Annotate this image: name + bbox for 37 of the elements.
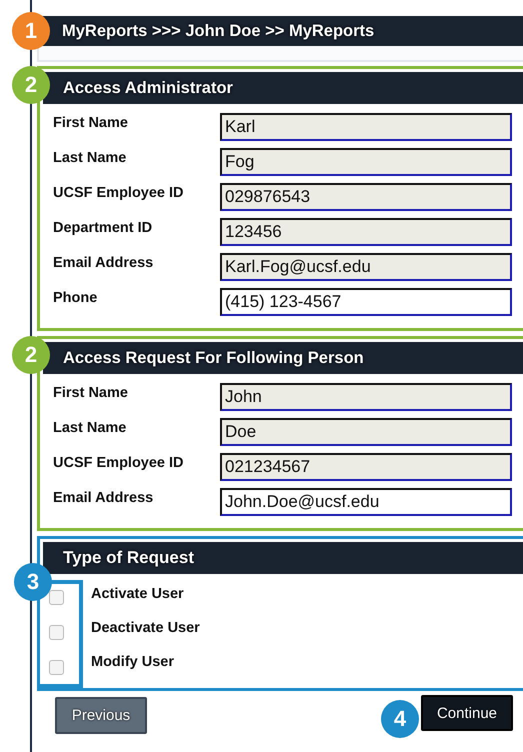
text-field[interactable]: Karl.Fog@ucsf.edu <box>220 253 512 281</box>
step-marker: 3 <box>14 563 52 601</box>
field-label: UCSF Employee ID <box>53 454 185 471</box>
text-field[interactable]: John <box>220 383 512 411</box>
previous-button[interactable]: Previous <box>55 697 147 734</box>
field-label: Department ID <box>53 219 154 236</box>
checkbox[interactable] <box>49 660 64 675</box>
text-field[interactable]: John.Doe@ucsf.edu <box>220 488 512 516</box>
checkbox[interactable] <box>49 625 64 640</box>
field-label: First Name <box>53 114 129 131</box>
option-label: Modify User <box>91 654 175 672</box>
text-field[interactable]: 029876543 <box>220 183 512 211</box>
step-marker: 2 <box>12 66 50 104</box>
text-field[interactable]: Doe <box>220 418 512 446</box>
step-marker: 2 <box>12 336 50 374</box>
continue-button[interactable]: Continue <box>421 695 513 731</box>
section-title: Type of Request <box>63 548 194 568</box>
field-label: Last Name <box>53 149 128 166</box>
field-label: Email Address <box>53 254 154 271</box>
step-marker: 1 <box>12 12 50 50</box>
field-label: Last Name <box>53 419 128 436</box>
step-marker: 4 <box>381 700 419 738</box>
field-label: Email Address <box>53 489 154 506</box>
checkbox[interactable] <box>49 590 64 605</box>
field-label: UCSF Employee ID <box>53 184 185 201</box>
text-field[interactable]: 021234567 <box>220 453 512 481</box>
section-title: Access Administrator <box>63 78 233 98</box>
option-label: Deactivate User <box>91 620 200 638</box>
text-field[interactable]: 123456 <box>220 218 512 246</box>
text-field[interactable]: (415) 123-4567 <box>220 288 512 316</box>
text-field[interactable]: Karl <box>220 113 512 141</box>
text-field[interactable]: Fog <box>220 148 512 176</box>
breadcrumb: MyReports >>> John Doe >> MyReports <box>62 22 374 40</box>
field-label: First Name <box>53 384 129 401</box>
field-label: Phone <box>53 289 98 306</box>
section-title: Access Request For Following Person <box>63 348 364 368</box>
option-label: Activate User <box>91 586 185 604</box>
